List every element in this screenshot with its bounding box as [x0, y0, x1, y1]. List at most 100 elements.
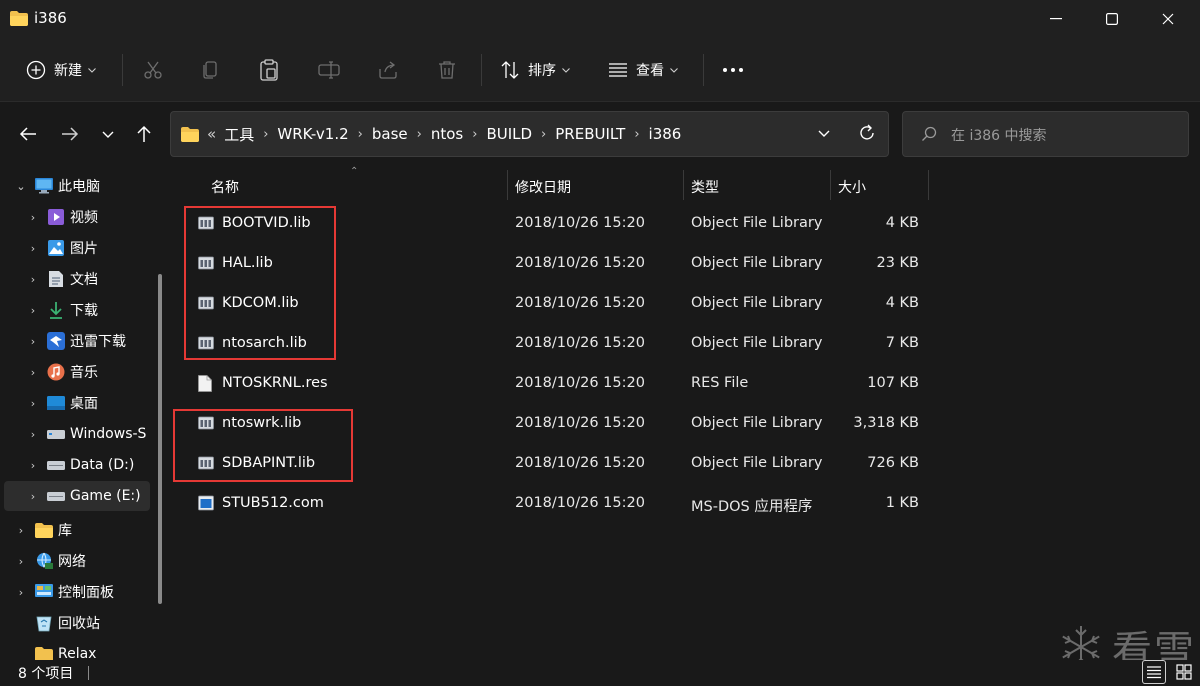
chevron-right-icon: › [18, 585, 24, 599]
close-button[interactable] [1140, 0, 1196, 38]
more-options-button[interactable] [722, 52, 744, 88]
sidebar-item-label: Windows-S [70, 426, 147, 442]
chevron-right-icon: › [18, 523, 24, 537]
chevron-right-icon: › [30, 210, 36, 224]
file-name: NTOSKRNL.res [222, 375, 328, 391]
file-date: 2018/10/26 15:20 [515, 295, 645, 311]
documents-folder-icon [46, 269, 66, 289]
breadcrumb-item[interactable]: base [372, 125, 408, 143]
column-divider[interactable] [507, 170, 508, 200]
grid-view-icon [1176, 664, 1192, 680]
sidebar-item-libraries[interactable]: › 库 [14, 515, 158, 545]
address-history-button[interactable] [817, 124, 831, 148]
file-type: MS-DOS 应用程序 [691, 499, 813, 515]
chevron-right-icon: › [30, 334, 36, 348]
column-divider[interactable] [830, 170, 831, 200]
file-size: 4 KB [885, 295, 919, 311]
file-date: 2018/10/26 15:20 [515, 215, 645, 231]
large-icons-view-button[interactable] [1172, 660, 1196, 684]
file-size: 4 KB [885, 215, 919, 231]
recycle-bin-icon [34, 613, 54, 633]
sidebar-item-this-pc[interactable]: ⌄ 此电脑 [14, 171, 158, 201]
arrow-left-icon [19, 127, 36, 141]
copy-button[interactable] [201, 52, 221, 88]
sidebar-item-network[interactable]: › 网络 [14, 546, 158, 576]
sidebar-item-thunder-downloads[interactable]: › 迅雷下载 [26, 326, 163, 356]
sidebar-item-label: 库 [58, 523, 72, 539]
sort-ascending-icon: ⌃ [350, 166, 359, 177]
sidebar-item-documents[interactable]: › 文档 [26, 264, 163, 294]
sidebar-item-control-panel[interactable]: › 控制面板 [14, 577, 158, 607]
chevron-right-icon: › [30, 303, 36, 317]
sidebar-item-desktop[interactable]: › 桌面 [26, 388, 163, 418]
arrow-right-icon [62, 127, 79, 141]
drive-icon [46, 486, 66, 506]
table-row[interactable]: NTOSKRNL.res 2018/10/26 15:20 RES File 1… [176, 365, 946, 405]
file-name: STUB512.com [222, 495, 324, 511]
breadcrumb-overflow[interactable]: « [207, 125, 216, 143]
breadcrumb-item[interactable]: BUILD [486, 125, 532, 143]
breadcrumb-item[interactable]: 工具 [224, 124, 254, 145]
search-box[interactable]: 在 i386 中搜索 [902, 111, 1189, 157]
paste-button[interactable] [259, 52, 279, 88]
sidebar-item-pictures[interactable]: › 图片 [26, 233, 163, 263]
column-header-name[interactable]: 名称 [211, 170, 239, 204]
sidebar-item-data-drive[interactable]: › Data (D:) [26, 450, 163, 480]
chevron-right-icon: › [30, 241, 36, 255]
column-header-type[interactable]: 类型 [691, 170, 719, 204]
column-header-date[interactable]: 修改日期 [515, 170, 571, 204]
sidebar-item-windows-drive[interactable]: › Windows-S [26, 419, 152, 449]
breadcrumb-item[interactable]: PREBUILT [555, 125, 625, 143]
sidebar-item-label: 音乐 [70, 365, 98, 381]
file-size: 726 KB [867, 455, 919, 471]
sidebar-item-music[interactable]: › 音乐 [26, 357, 163, 387]
pictures-folder-icon [46, 238, 66, 258]
sidebar-item-label: 回收站 [58, 616, 100, 632]
sort-label: 排序 [528, 63, 556, 79]
rename-button[interactable] [318, 52, 340, 88]
status-bar: 8 个项目 [0, 660, 1200, 686]
sidebar-item-relax[interactable]: Relax [14, 639, 158, 660]
breadcrumb-item[interactable]: ntos [431, 125, 463, 143]
forward-button[interactable] [56, 120, 84, 148]
sidebar-item-label: 文档 [70, 272, 98, 288]
sidebar-item-label: 此电脑 [58, 179, 100, 195]
back-button[interactable] [14, 120, 42, 148]
breadcrumb-item[interactable]: i386 [649, 125, 682, 143]
up-button[interactable] [130, 120, 158, 148]
sidebar-item-videos[interactable]: › 视频 [26, 202, 163, 232]
column-divider[interactable] [683, 170, 684, 200]
details-view-button[interactable] [1142, 660, 1166, 684]
sidebar-scrollbar[interactable] [158, 274, 162, 604]
chevron-right-icon: › [30, 272, 36, 286]
file-date: 2018/10/26 15:20 [515, 495, 645, 511]
drive-icon [46, 455, 66, 475]
breadcrumb-item[interactable]: WRK-v1.2 [277, 125, 348, 143]
sort-button[interactable]: 排序 [500, 52, 570, 88]
new-button[interactable]: 新建 [26, 52, 96, 88]
view-button[interactable]: 查看 [608, 52, 678, 88]
file-type: RES File [691, 375, 749, 391]
chevron-right-icon: › [30, 458, 36, 472]
address-bar[interactable]: « 工具 › WRK-v1.2 › base › ntos › BUILD › PREBU… [170, 111, 889, 157]
sidebar-item-game-drive[interactable]: › Game (E:) [4, 481, 150, 511]
delete-button[interactable] [438, 52, 456, 88]
cut-button[interactable] [143, 52, 163, 88]
sidebar-item-downloads[interactable]: › 下载 [26, 295, 163, 325]
sidebar-item-recycle-bin[interactable]: 回收站 [14, 608, 158, 638]
column-header-size[interactable]: 大小 [838, 170, 866, 204]
divider [122, 54, 123, 86]
refresh-button[interactable] [857, 123, 877, 147]
minimize-button[interactable] [1028, 0, 1084, 38]
column-divider[interactable] [928, 170, 929, 200]
sidebar-item-label: 桌面 [70, 396, 98, 412]
recent-locations-button[interactable] [94, 120, 122, 148]
chevron-down-icon [102, 131, 114, 138]
chevron-right-icon: › [634, 126, 640, 142]
divider [481, 54, 482, 86]
chevron-down-icon [88, 67, 96, 73]
folder-icon [181, 126, 199, 142]
maximize-button[interactable] [1084, 0, 1140, 38]
table-row[interactable]: STUB512.com 2018/10/26 15:20 MS-DOS 应用程序… [176, 485, 946, 525]
share-button[interactable] [378, 52, 398, 88]
